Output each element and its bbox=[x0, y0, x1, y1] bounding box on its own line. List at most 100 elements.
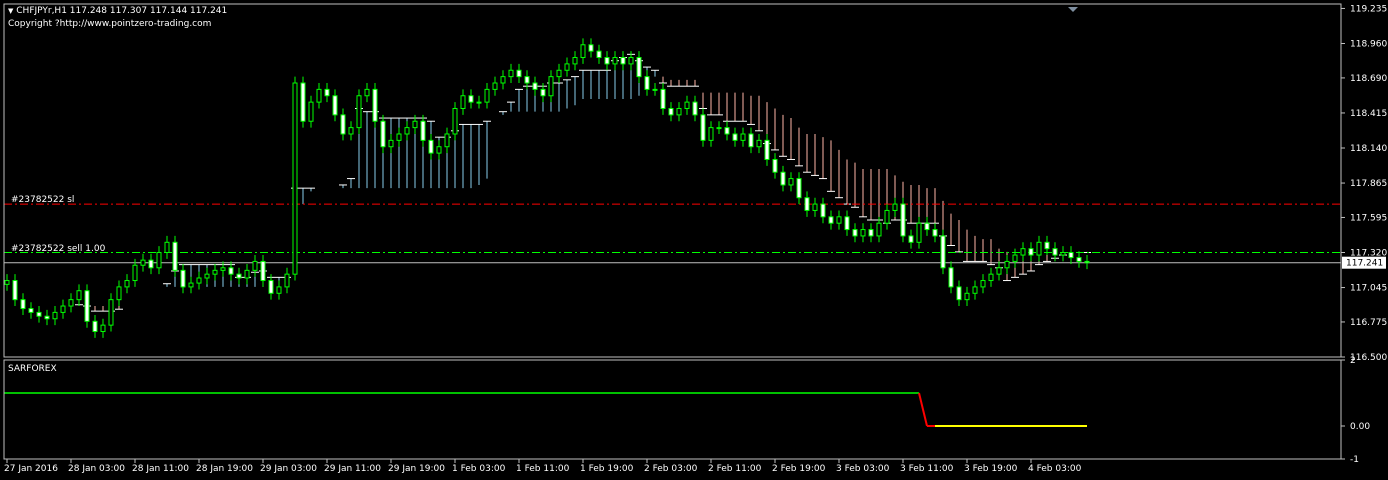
candle-body bbox=[108, 299, 114, 326]
candle-body bbox=[724, 127, 730, 135]
candle-body bbox=[172, 241, 178, 271]
time-axis: 27 Jan 2016 28 Jan 03:00 28 Jan 11:00 28 Ja… bbox=[4, 459, 1082, 474]
candle-body bbox=[444, 133, 450, 148]
candle-body bbox=[980, 280, 986, 288]
candle-body bbox=[1076, 257, 1082, 262]
candle-body bbox=[268, 280, 274, 294]
candle-body bbox=[332, 95, 338, 116]
candle-body bbox=[396, 133, 402, 141]
time-tick-label: 28 Jan 11:00 bbox=[132, 464, 189, 474]
candle-body bbox=[940, 235, 946, 269]
candle-body bbox=[932, 229, 938, 237]
candle-body bbox=[380, 120, 386, 148]
candle-body bbox=[1068, 252, 1074, 259]
indicator-panel-border bbox=[3, 359, 1342, 460]
candle-body bbox=[588, 44, 594, 52]
candle-body bbox=[276, 286, 282, 294]
candle-body bbox=[556, 69, 562, 78]
candle-body bbox=[220, 267, 226, 271]
time-tick-label: 29 Jan 03:00 bbox=[260, 464, 317, 474]
candle-body bbox=[1044, 241, 1050, 250]
candle-body bbox=[148, 259, 154, 269]
symbol-ohlc: CHFJPYr,H1 117.248 117.307 117.144 117.2… bbox=[16, 6, 228, 16]
sl-label: #23782522 sl bbox=[11, 195, 75, 205]
time-tick-label: 29 Jan 19:00 bbox=[388, 464, 445, 474]
indicator-lines bbox=[4, 392, 1087, 427]
candle-body bbox=[764, 139, 770, 160]
candle-body bbox=[44, 315, 50, 320]
time-tick-label: 28 Jan 03:00 bbox=[68, 464, 125, 474]
candle-body bbox=[156, 252, 162, 269]
candle-body bbox=[612, 57, 618, 65]
candle-body bbox=[956, 286, 962, 301]
time-tick-label: 3 Feb 03:00 bbox=[836, 464, 890, 474]
time-tick-label: 2 Feb 19:00 bbox=[772, 464, 826, 474]
time-tick-label: 29 Jan 11:00 bbox=[324, 464, 381, 474]
price-tick-label: 117.320 bbox=[1350, 249, 1387, 259]
candle-body bbox=[652, 88, 658, 91]
time-tick-label: 28 Jan 19:00 bbox=[196, 464, 253, 474]
price-tick-label: 118.140 bbox=[1350, 144, 1387, 154]
candle-body bbox=[740, 133, 746, 141]
candle-body bbox=[796, 178, 802, 199]
candle-body bbox=[644, 76, 650, 90]
candle-body bbox=[428, 139, 434, 154]
candle-body bbox=[4, 280, 10, 285]
candle-body bbox=[1052, 248, 1058, 256]
chart-canvas[interactable]: 117.241 119.235 118.960 118.690 118.415 118.… bbox=[0, 0, 1388, 480]
candle-body bbox=[316, 88, 322, 103]
time-tick-label: 1 Feb 03:00 bbox=[452, 464, 506, 474]
candle-body bbox=[212, 269, 218, 275]
candle-body bbox=[476, 101, 482, 104]
indicator-tick-label: 0.00 bbox=[1350, 422, 1370, 432]
price-panel-border bbox=[3, 3, 1342, 358]
candle-body bbox=[100, 324, 106, 333]
price-axis: 119.235 118.960 118.690 118.415 118.140 117.8… bbox=[1341, 4, 1387, 465]
indicator-name: SARFOREX bbox=[8, 364, 57, 374]
candle-body bbox=[372, 88, 378, 122]
candle-body bbox=[1020, 248, 1026, 256]
indicator-tick-label: -1 bbox=[1350, 455, 1359, 465]
candle-body bbox=[636, 57, 642, 78]
ichimoku-cloud bbox=[75, 53, 1091, 312]
candle-body bbox=[364, 88, 370, 97]
dropdown-triangle-icon[interactable]: ▼ bbox=[8, 7, 13, 15]
candle-body bbox=[924, 222, 930, 231]
candle-body bbox=[684, 101, 690, 109]
candle-body bbox=[564, 63, 570, 71]
candle-body bbox=[860, 229, 866, 237]
indicator-tick-label: 2 bbox=[1350, 356, 1356, 366]
symbol-header: ▼ CHFJPYr,H1 117.248 117.307 117.144 117… bbox=[8, 6, 227, 16]
candle-body bbox=[180, 269, 186, 288]
time-tick-label: 3 Feb 19:00 bbox=[964, 464, 1018, 474]
candle-body bbox=[300, 82, 306, 122]
price-tick-label: 117.595 bbox=[1350, 213, 1387, 223]
candle-body bbox=[804, 197, 810, 211]
candle-body bbox=[36, 311, 42, 317]
candle-body bbox=[580, 44, 586, 59]
candle-body bbox=[388, 139, 394, 148]
time-tick-label: 2 Feb 03:00 bbox=[644, 464, 698, 474]
candle-body bbox=[868, 229, 874, 237]
candle-body bbox=[700, 114, 706, 141]
candle-body bbox=[620, 57, 626, 65]
candle-body bbox=[516, 69, 522, 78]
candle-body bbox=[1004, 260, 1010, 269]
time-tick-label: 1 Feb 19:00 bbox=[580, 464, 634, 474]
candle-body bbox=[524, 76, 530, 84]
time-tick-label: 3 Feb 11:00 bbox=[900, 464, 954, 474]
time-tick-label: 1 Feb 11:00 bbox=[516, 464, 570, 474]
candle-body bbox=[900, 203, 906, 237]
candle-body bbox=[164, 241, 170, 254]
candle-body bbox=[28, 308, 34, 313]
order-lines: 117.241 bbox=[4, 203, 1386, 269]
scroll-marker-icon[interactable] bbox=[1068, 7, 1078, 12]
candle-body bbox=[916, 222, 922, 243]
candle-body bbox=[84, 290, 90, 322]
candle-body bbox=[236, 273, 242, 279]
candle-body bbox=[76, 290, 82, 301]
candle-body bbox=[324, 88, 330, 97]
candle-body bbox=[52, 311, 58, 320]
candle-body bbox=[852, 229, 858, 237]
candle-body bbox=[732, 133, 738, 141]
